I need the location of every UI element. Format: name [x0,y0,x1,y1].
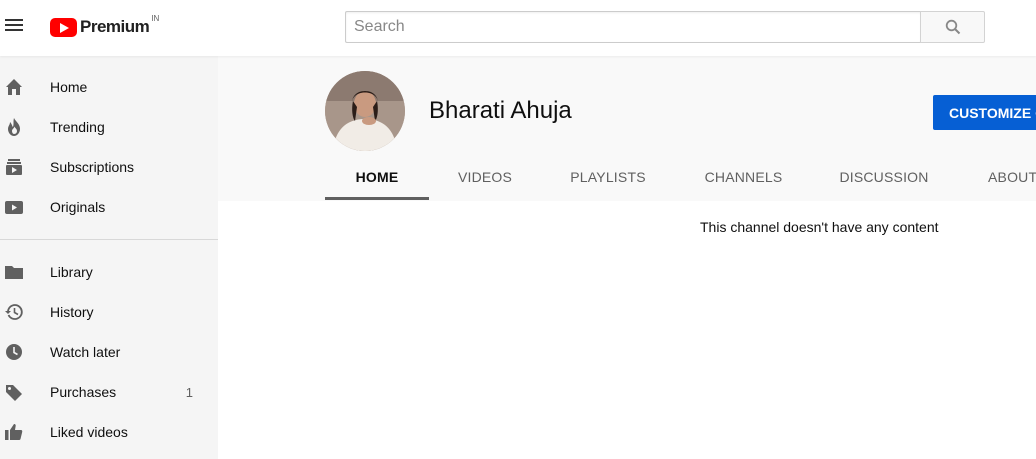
fire-icon [4,117,24,137]
sidebar-item-originals[interactable]: Originals [0,187,218,227]
hamburger-menu-icon[interactable] [4,16,26,38]
youtube-premium-logo[interactable]: Premium IN [50,13,160,39]
search-button[interactable] [920,11,985,43]
sidebar-item-home[interactable]: Home [0,67,218,107]
channel-name: Bharati Ahuja [429,97,572,124]
sidebar: Home Trending Subscriptions Originals Li… [0,56,218,459]
customize-channel-button[interactable]: CUSTOMIZE CHANNEL [933,95,1036,130]
sidebar-item-library[interactable]: Library [0,252,218,292]
history-icon [4,302,24,322]
sidebar-item-liked-videos[interactable]: Liked videos [0,412,218,452]
active-tab-indicator [325,197,429,200]
sidebar-item-label: Trending [50,119,105,135]
sidebar-item-subscriptions[interactable]: Subscriptions [0,147,218,187]
sidebar-item-history[interactable]: History [0,292,218,332]
sidebar-item-label: Liked videos [50,424,128,440]
sidebar-item-watch-later[interactable]: Watch later [0,332,218,372]
empty-content-message: This channel doesn't have any content [700,219,939,235]
home-icon [4,77,24,97]
sidebar-item-label: Subscriptions [50,159,135,175]
sidebar-item-label: Home [50,79,88,95]
tab-about[interactable]: ABOUT [974,154,1036,200]
search-input[interactable] [345,11,921,43]
clock-icon [4,342,24,362]
sidebar-item-purchases[interactable]: Purchases 1 [0,372,218,412]
youtube-play-icon [50,17,77,37]
sidebar-item-label: Originals [50,199,106,215]
channel-header: Bharati Ahuja CUSTOMIZE CHANNEL HOME VID… [218,56,1036,201]
tag-icon [4,382,24,402]
subscriptions-icon [4,157,24,177]
sidebar-item-label: History [50,304,94,320]
purchases-count: 1 [185,384,193,400]
channel-avatar[interactable] [325,71,405,151]
play-icon [4,197,24,217]
thumbs-up-icon [4,422,24,442]
logo-country-code: IN [151,13,160,23]
logo-text: Premium [80,17,150,36]
tab-videos[interactable]: VIDEOS [447,154,523,200]
tab-discussion[interactable]: DISCUSSION [830,154,938,200]
sidebar-divider [0,239,218,240]
folder-icon [4,262,24,282]
top-bar: Premium IN [0,0,1036,56]
search-icon [945,19,960,35]
sidebar-item-trending[interactable]: Trending [0,107,218,147]
sidebar-item-label: Purchases [50,384,117,400]
tab-channels[interactable]: CHANNELS [693,154,794,200]
sidebar-item-label: Watch later [50,344,121,360]
sidebar-item-label: Library [50,264,93,280]
tab-home[interactable]: HOME [325,154,429,200]
tab-playlists[interactable]: PLAYLISTS [559,154,657,200]
